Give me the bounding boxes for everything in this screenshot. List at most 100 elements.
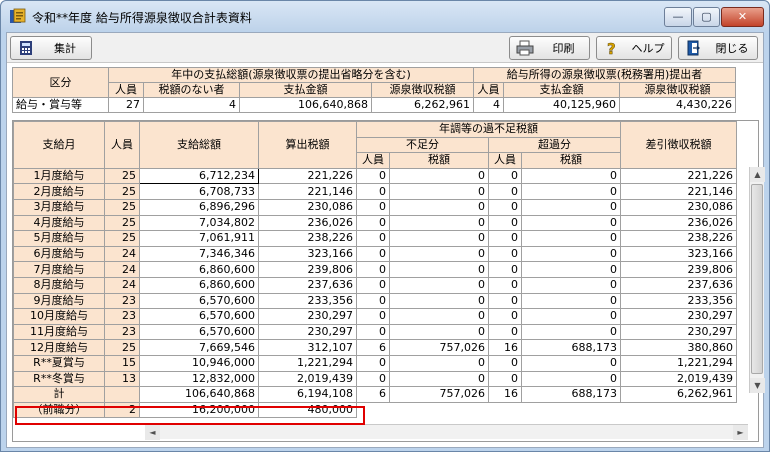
cell-net[interactable]: 237,636 (620, 276, 737, 294)
cell-ot[interactable]: 688,173 (521, 386, 621, 403)
cell-sp[interactable]: 0 (356, 230, 390, 247)
cell-op[interactable]: 16 (488, 386, 522, 403)
cell-net[interactable]: 230,086 (620, 198, 737, 216)
cell-total[interactable]: 106,640,868 (139, 386, 259, 403)
cell-total[interactable]: 6,708,733 (139, 183, 259, 200)
scroll-up-button[interactable]: ▲ (750, 167, 765, 182)
vertical-scrollbar[interactable]: ▲ ▼ (749, 167, 765, 393)
cell-ot[interactable]: 0 (521, 308, 621, 325)
cell-people[interactable]: 25 (104, 183, 140, 200)
cell-sp[interactable]: 0 (356, 276, 390, 294)
scroll-left-button[interactable]: ◄ (145, 425, 160, 440)
cell-tax[interactable]: 323,166 (258, 245, 357, 263)
cell-ot[interactable]: 0 (521, 354, 621, 372)
cell-net[interactable]: 221,146 (620, 183, 737, 200)
cell-ot[interactable]: 0 (521, 276, 621, 294)
cell-net[interactable]: 239,806 (620, 261, 737, 278)
cell-tax[interactable]: 230,297 (258, 323, 357, 341)
cell-total[interactable]: 6,860,600 (139, 261, 259, 278)
cell-people[interactable]: 23 (104, 308, 140, 325)
cell-tax[interactable]: 236,026 (258, 214, 357, 232)
cell-total[interactable]: 7,346,346 (139, 245, 259, 263)
cell-sp[interactable]: 6 (356, 386, 390, 403)
cell-net[interactable]: 230,297 (620, 308, 737, 325)
cell-ot[interactable]: 0 (521, 323, 621, 341)
cell-net[interactable]: 230,297 (620, 323, 737, 341)
cell-op[interactable]: 0 (488, 261, 522, 278)
cell-st[interactable]: 757,026 (389, 386, 489, 403)
cell-st[interactable]: 0 (389, 276, 489, 294)
cell-net[interactable]: 238,226 (620, 230, 737, 247)
cell-people[interactable] (104, 386, 140, 403)
cell-net[interactable]: 6,262,961 (620, 386, 737, 403)
cell-people[interactable]: 25 (104, 214, 140, 232)
cell-tax[interactable]: 238,226 (258, 230, 357, 247)
cell-total[interactable]: 12,832,000 (139, 370, 259, 388)
cell-total[interactable]: 7,669,546 (139, 339, 259, 356)
cell-st[interactable]: 757,026 (389, 339, 489, 356)
cell-sp[interactable]: 0 (356, 198, 390, 216)
cell-st[interactable]: 0 (389, 198, 489, 216)
cell-total[interactable]: 6,570,600 (139, 292, 259, 310)
cell-sp[interactable]: 6 (356, 339, 390, 356)
cell-net[interactable]: 221,226 (620, 167, 737, 185)
cell-st[interactable]: 0 (389, 214, 489, 232)
cell-op[interactable]: 0 (488, 354, 522, 372)
cell-net[interactable]: 233,356 (620, 292, 737, 310)
cell-people[interactable]: 2 (104, 401, 140, 419)
cell-tax[interactable]: 1,221,294 (258, 354, 357, 372)
cell-tax[interactable]: 230,086 (258, 198, 357, 216)
cell-op[interactable]: 0 (488, 198, 522, 216)
cell-people[interactable]: 25 (104, 167, 140, 185)
help-button[interactable]: ? ヘルプ (596, 36, 672, 60)
scroll-right-button[interactable]: ► (733, 425, 748, 440)
cell-net[interactable]: 323,166 (620, 245, 737, 263)
cell-people[interactable]: 24 (104, 261, 140, 278)
minimize-button[interactable]: — (664, 7, 692, 27)
print-button[interactable]: 印刷 (509, 36, 590, 60)
cell-tax[interactable]: 233,356 (258, 292, 357, 310)
cell-ot[interactable]: 0 (521, 167, 621, 185)
cell-sp[interactable]: 0 (356, 167, 390, 185)
cell-op[interactable]: 0 (488, 245, 522, 263)
cell-people[interactable]: 25 (104, 198, 140, 216)
cell-tax[interactable]: 6,194,108 (258, 386, 357, 403)
cell-people[interactable]: 23 (104, 292, 140, 310)
cell-people[interactable]: 15 (104, 354, 140, 372)
cell-sp[interactable]: 0 (356, 292, 390, 310)
cell-ot[interactable]: 0 (521, 198, 621, 216)
cell-people[interactable]: 25 (104, 230, 140, 247)
cell-op[interactable]: 0 (488, 292, 522, 310)
cell-ot[interactable]: 688,173 (521, 339, 621, 356)
cell-st[interactable]: 0 (389, 167, 489, 185)
cell-st[interactable]: 0 (389, 245, 489, 263)
cell-ot[interactable]: 0 (521, 214, 621, 232)
cell-ot[interactable]: 0 (521, 230, 621, 247)
cell-op[interactable]: 0 (488, 308, 522, 325)
maximize-button[interactable]: ▢ (693, 7, 720, 27)
cell-total[interactable]: 7,061,911 (139, 230, 259, 247)
cell-total[interactable]: 16,200,000 (139, 401, 259, 419)
cell-ot[interactable]: 0 (521, 292, 621, 310)
cell-st[interactable]: 0 (389, 354, 489, 372)
cell-net[interactable]: 1,221,294 (620, 354, 737, 372)
cell-total[interactable]: 7,034,802 (139, 214, 259, 232)
cell-net[interactable]: 236,026 (620, 214, 737, 232)
cell-total[interactable]: 10,946,000 (139, 354, 259, 372)
cell-st[interactable]: 0 (389, 323, 489, 341)
cell-sp[interactable]: 0 (356, 370, 390, 388)
close-button[interactable]: 閉じる (678, 36, 758, 60)
cell-st[interactable]: 0 (389, 292, 489, 310)
close-window-button[interactable]: ✕ (721, 7, 764, 27)
cell-sp[interactable]: 0 (356, 261, 390, 278)
cell-total[interactable]: 6,860,600 (139, 276, 259, 294)
cell-sp[interactable]: 0 (356, 214, 390, 232)
cell-sp[interactable]: 0 (356, 245, 390, 263)
cell-st[interactable]: 0 (389, 183, 489, 200)
cell-op[interactable]: 16 (488, 339, 522, 356)
cell-total[interactable]: 6,896,296 (139, 198, 259, 216)
cell-op[interactable]: 0 (488, 183, 522, 200)
cell-tax[interactable]: 237,636 (258, 276, 357, 294)
cell-total[interactable]: 6,570,600 (139, 323, 259, 341)
cell-op[interactable]: 0 (488, 214, 522, 232)
